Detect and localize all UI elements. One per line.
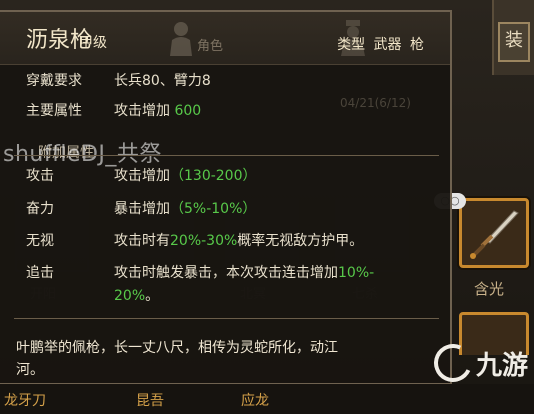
item-grade: 甲级 [79, 35, 107, 51]
requirement-row: 穿戴要求 长兵80、臂力8 [26, 70, 211, 90]
effect-row-attack: 攻击 攻击增加（130-200） [26, 165, 257, 185]
watermark-text: 九游 [475, 350, 528, 381]
bottom-item-name[interactable]: 龙牙刀 [4, 390, 46, 410]
bottom-item-names: 龙牙刀 昆吾 应龙 [0, 384, 534, 414]
bottom-item-name[interactable]: 昆吾 [136, 390, 164, 410]
effect-range: 10%- [338, 265, 375, 281]
effect-prefix: 暴击增加 [114, 201, 170, 217]
requirement-value: 长兵80、臂力8 [114, 73, 211, 89]
divider [14, 318, 439, 319]
equip-tab[interactable]: 装 [498, 22, 530, 62]
type-value: 武器 [373, 37, 402, 53]
type-label: 类型 [337, 37, 366, 53]
weapon-slot-hanguang[interactable] [459, 198, 529, 268]
ghost-date-text: 04/21(6/12) [340, 96, 411, 110]
effect-row-chase-cont: 20%。 [114, 285, 159, 305]
effect-prefix: 攻击时触发暴击，本次攻击连击增加 [114, 265, 338, 281]
tooltip-header: 沥泉枪 甲级 角色 类型 武器 枪 [0, 12, 450, 65]
type-sub: 枪 [410, 37, 424, 53]
item-type-row: 类型 武器 枪 [333, 34, 424, 54]
effect-prefix: 攻击时有 [114, 233, 170, 249]
effect-suffix: 。 [145, 288, 160, 304]
main-attribute-key: 主要属性 [26, 103, 82, 119]
main-attribute-row: 主要属性 攻击增加 600 [26, 100, 201, 120]
overlay-watermark-text: shuffleDJ_共祭 [3, 142, 162, 167]
effect-row-fenli: 奋力 暴击增加（5%-10%） [26, 198, 256, 218]
effect-key: 攻击 [26, 168, 54, 184]
watermark-logo-icon [428, 338, 478, 388]
effect-key: 追击 [26, 265, 54, 281]
effect-range: （130-200） [170, 168, 257, 184]
effect-prefix: 攻击增加 [114, 168, 170, 184]
effect-key: 奋力 [26, 201, 54, 217]
site-watermark: 九游 [428, 338, 528, 388]
right-panel: 装 [492, 0, 534, 75]
person-label: 角色 [197, 39, 224, 54]
main-attribute-value: 600 [174, 103, 202, 119]
item-tooltip: 沥泉枪 甲级 角色 类型 武器 枪 穿戴要求 长兵80、臂力8 主要属性 攻击增加 … [0, 10, 452, 385]
item-description: 叶鹏举的佩枪，长一丈八尺，相传为灵蛇所化，动江河。 [16, 340, 338, 378]
sword-icon [470, 210, 519, 259]
divider [14, 155, 439, 156]
person-icon [170, 22, 192, 56]
effect-row-chase: 追击 攻击时触发暴击，本次攻击连击增加10%- [26, 262, 374, 282]
effect-suffix: 概率无视敌方护甲。 [237, 233, 364, 249]
effect-chance: 20%-30% [170, 233, 238, 249]
effect-range-cont: 20% [114, 288, 146, 304]
main-attribute-prefix: 攻击增加 [114, 103, 170, 119]
requirement-key: 穿戴要求 [26, 73, 82, 89]
weapon-name-label: 含光 [474, 280, 505, 298]
effect-row-ignore: 无视 攻击时有20%-30%概率无视敌方护甲。 [26, 230, 363, 250]
effect-key: 无视 [26, 233, 54, 249]
effect-range: （5%-10%） [170, 201, 257, 217]
bottom-item-name[interactable]: 应龙 [241, 390, 269, 410]
